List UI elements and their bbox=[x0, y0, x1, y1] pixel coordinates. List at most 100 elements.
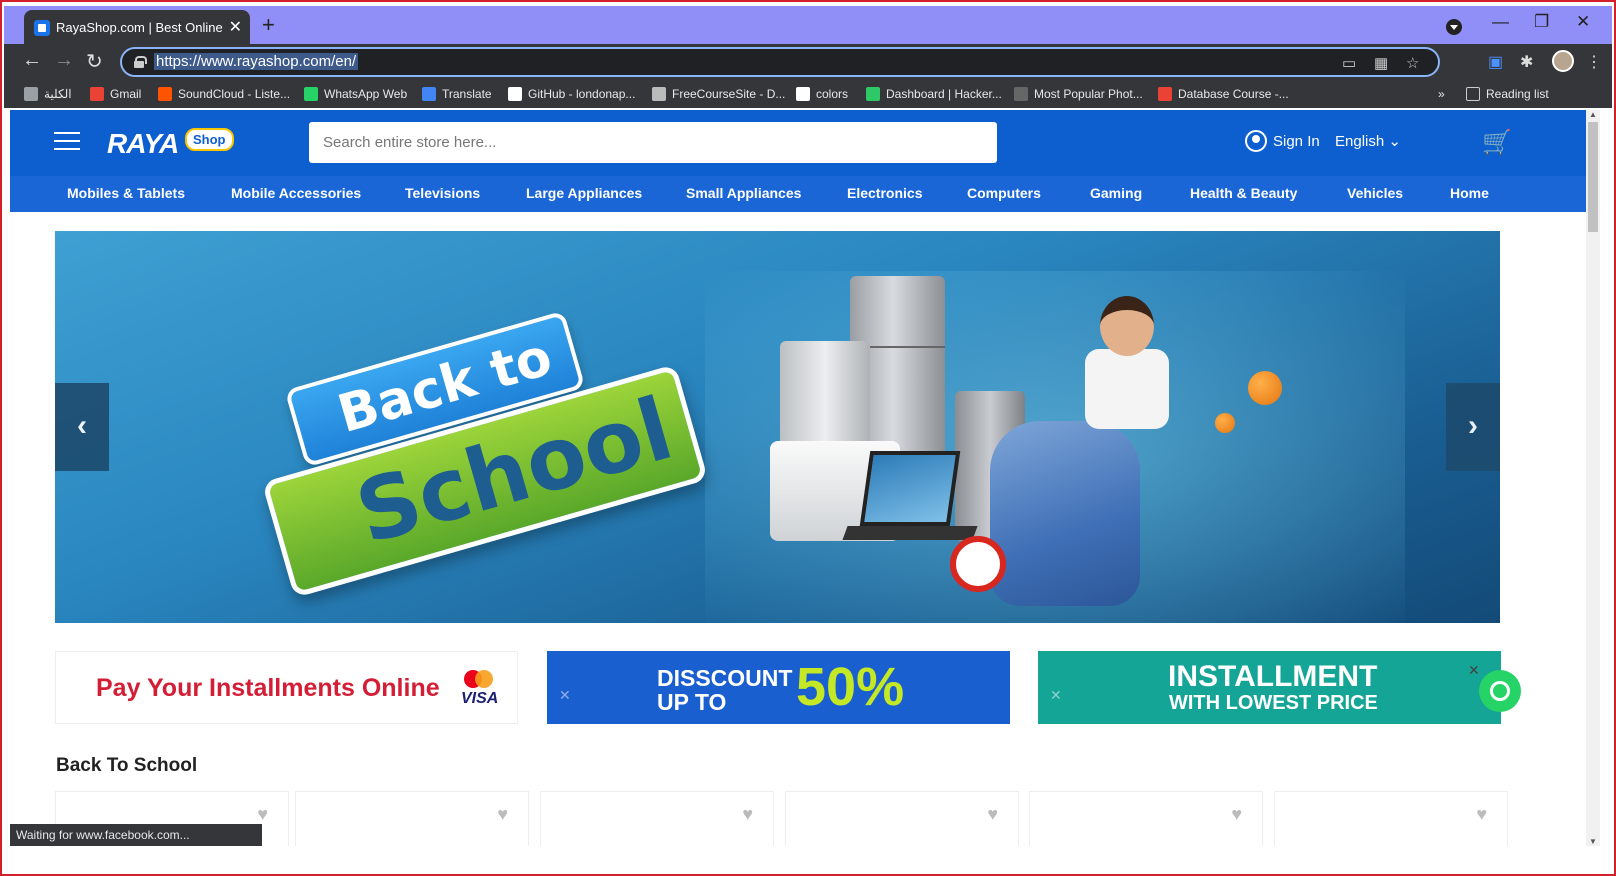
wishlist-heart-icon[interactable]: ♥ bbox=[742, 804, 753, 825]
category-link[interactable]: Small Appliances bbox=[686, 185, 801, 201]
translate-icon bbox=[422, 87, 436, 101]
rayashop-logo[interactable]: RAYA Shop bbox=[107, 126, 242, 160]
profile-avatar[interactable] bbox=[1552, 50, 1574, 72]
product-card[interactable]: ♥ bbox=[785, 791, 1019, 846]
bookmark-item[interactable]: Translate bbox=[422, 87, 492, 101]
new-tab-button[interactable]: + bbox=[262, 12, 275, 38]
wishlist-heart-icon[interactable]: ♥ bbox=[1476, 804, 1487, 825]
category-nav: Mobiles & Tablets Mobile Accessories Telev… bbox=[10, 176, 1596, 212]
bookmark-item[interactable]: Dashboard | Hacker... bbox=[866, 87, 1002, 101]
wishlist-heart-icon[interactable]: ♥ bbox=[987, 804, 998, 825]
minimize-button[interactable]: — bbox=[1492, 12, 1509, 32]
product-card[interactable]: ♥ bbox=[1274, 791, 1508, 846]
qr-code-icon[interactable]: ▦ bbox=[1374, 54, 1388, 72]
product-card[interactable]: ♥ bbox=[295, 791, 529, 846]
bookmarks-more-button[interactable]: » bbox=[1438, 87, 1445, 101]
category-link[interactable]: Health & Beauty bbox=[1190, 185, 1297, 201]
bookmark-item[interactable]: WhatsApp Web bbox=[304, 87, 407, 101]
bookmark-star-icon[interactable]: ☆ bbox=[1406, 54, 1419, 72]
tab-close-icon[interactable]: ✕ bbox=[229, 17, 242, 37]
language-selector[interactable]: English ⌄ bbox=[1335, 132, 1401, 150]
category-link[interactable]: Large Appliances bbox=[526, 185, 642, 201]
category-link[interactable]: Mobile Accessories bbox=[231, 185, 361, 201]
category-link[interactable]: Vehicles bbox=[1347, 185, 1403, 201]
category-link[interactable]: Televisions bbox=[405, 185, 480, 201]
mastercard-icon bbox=[464, 670, 494, 688]
github-icon bbox=[508, 87, 522, 101]
search-input[interactable] bbox=[309, 122, 997, 163]
visa-logo: VISA bbox=[461, 690, 499, 707]
freecourse-icon bbox=[652, 87, 666, 101]
product-card[interactable]: ♥ bbox=[540, 791, 774, 846]
reading-list-button[interactable]: Reading list bbox=[1466, 87, 1549, 101]
sign-in-link[interactable]: Sign In bbox=[1245, 130, 1320, 152]
orange-image bbox=[1248, 371, 1282, 405]
forward-arrow-icon[interactable]: → bbox=[54, 49, 74, 72]
category-link[interactable]: Computers bbox=[967, 185, 1041, 201]
address-bar[interactable]: https://www.rayashop.com/en/ ▭ ▦ ☆ bbox=[120, 47, 1440, 77]
lock-icon[interactable] bbox=[134, 56, 147, 68]
browser-window: RayaShop.com | Best Online Shop ✕ + — ❐ … bbox=[0, 0, 1616, 876]
category-link[interactable]: Mobiles & Tablets bbox=[67, 185, 185, 201]
whatsapp-icon bbox=[304, 87, 318, 101]
carousel-next-button[interactable]: › bbox=[1446, 383, 1500, 471]
category-link[interactable]: Electronics bbox=[847, 185, 922, 201]
bookmark-item[interactable]: Most Popular Phot... bbox=[1014, 87, 1143, 101]
extensions-puzzle-icon[interactable]: ✱ bbox=[1520, 52, 1533, 72]
cart-icon[interactable]: 🛒 bbox=[1482, 128, 1512, 157]
wishlist-heart-icon[interactable]: ♥ bbox=[497, 804, 508, 825]
window-close-button[interactable]: ✕ bbox=[1576, 12, 1590, 32]
status-bar: Waiting for www.facebook.com... bbox=[10, 824, 262, 846]
installment-lowest-price-banner[interactable]: ✕ INSTALLMENT WITH LOWEST PRICE bbox=[1038, 651, 1501, 724]
gmail-icon bbox=[1158, 87, 1172, 101]
gmail-icon bbox=[90, 87, 104, 101]
bookmark-page-icon bbox=[24, 87, 38, 101]
bookmark-item[interactable]: Gmail bbox=[90, 87, 141, 101]
soundcloud-icon bbox=[158, 87, 172, 101]
photo-icon bbox=[1014, 87, 1028, 101]
tab-search-icon[interactable] bbox=[1446, 19, 1462, 35]
discount-banner[interactable]: ✕ DISSCOUNT UP TO 50% bbox=[547, 651, 1010, 724]
section-title: Back To School bbox=[56, 755, 198, 776]
back-arrow-icon[interactable]: ← bbox=[22, 49, 42, 72]
whatsapp-chat-icon[interactable] bbox=[1479, 670, 1521, 712]
bookmark-item[interactable]: Database Course -... bbox=[1158, 87, 1289, 101]
site-header: RAYA Shop Sign In English ⌄ 🛒 bbox=[10, 110, 1596, 176]
alarm-clock-image bbox=[950, 536, 1006, 592]
extension-ui-icon[interactable]: ▣ bbox=[1488, 52, 1503, 72]
backpack-image bbox=[990, 421, 1140, 606]
installments-online-banner[interactable]: Pay Your Installments Online VISA bbox=[55, 651, 518, 724]
bookmark-item[interactable]: الكلية bbox=[24, 87, 72, 101]
reload-icon[interactable]: ↻ bbox=[86, 49, 103, 74]
browser-tab[interactable]: RayaShop.com | Best Online Shop ✕ bbox=[24, 10, 250, 44]
menu-dots-icon[interactable]: ⋮ bbox=[1586, 52, 1602, 72]
hero-banner[interactable]: Back to School ‹ › bbox=[55, 231, 1500, 623]
web-page: RAYA Shop Sign In English ⌄ 🛒 Mobiles & … bbox=[10, 110, 1596, 846]
carousel-prev-button[interactable]: ‹ bbox=[55, 383, 109, 471]
laptop-image bbox=[859, 451, 961, 526]
product-card[interactable]: ♥ bbox=[1029, 791, 1263, 846]
reading-list-icon bbox=[1466, 87, 1480, 101]
browser-toolbar: ← → ↻ https://www.rayashop.com/en/ ▭ ▦ ☆… bbox=[4, 44, 1612, 80]
colors-icon bbox=[796, 87, 810, 101]
bookmarks-bar: » Reading list الكلية Gmail SoundCloud - L… bbox=[4, 80, 1612, 108]
scrollbar-thumb[interactable] bbox=[1588, 122, 1598, 232]
url-text[interactable]: https://www.rayashop.com/en/ bbox=[154, 53, 359, 70]
category-link[interactable]: Gaming bbox=[1090, 185, 1142, 201]
tab-strip: RayaShop.com | Best Online Shop ✕ + — ❐ … bbox=[4, 6, 1612, 44]
category-link[interactable]: Home bbox=[1450, 185, 1489, 201]
page-scrollbar[interactable]: ▲ ▼ bbox=[1586, 110, 1600, 846]
wishlist-heart-icon[interactable]: ♥ bbox=[1231, 804, 1242, 825]
tab-title: RayaShop.com | Best Online Shop bbox=[56, 20, 226, 35]
bookmark-item[interactable]: GitHub - londonap... bbox=[508, 87, 635, 101]
bookmark-item[interactable]: SoundCloud - Liste... bbox=[158, 87, 290, 101]
bookmark-item[interactable]: FreeCourseSite - D... bbox=[652, 87, 785, 101]
whatsapp-close-icon[interactable]: ✕ bbox=[1468, 662, 1480, 679]
restore-button[interactable]: ❐ bbox=[1534, 12, 1549, 32]
wishlist-heart-icon[interactable]: ♥ bbox=[257, 804, 268, 825]
girl-image bbox=[1085, 349, 1169, 429]
hamburger-menu-icon[interactable] bbox=[54, 132, 80, 152]
cast-icon[interactable]: ▭ bbox=[1342, 54, 1356, 72]
bookmark-item[interactable]: colors bbox=[796, 87, 848, 101]
hackerrank-icon bbox=[866, 87, 880, 101]
